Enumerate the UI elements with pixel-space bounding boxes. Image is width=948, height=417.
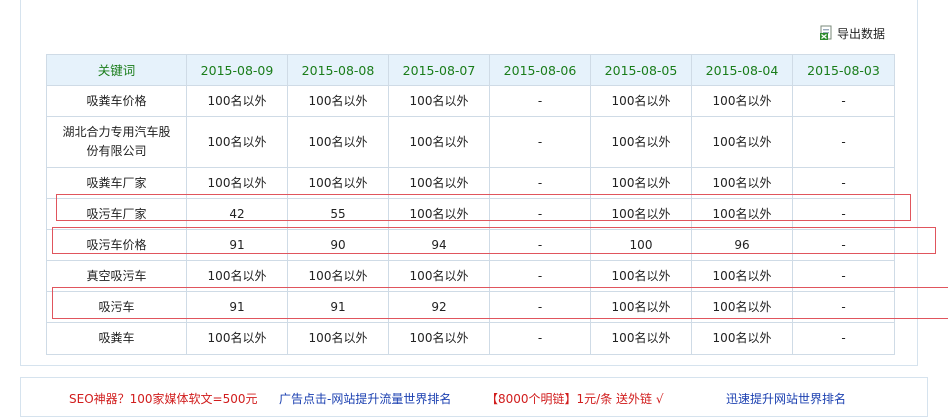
rank-cell: 100名以外 — [590, 260, 692, 292]
rank-cell: 100名以外 — [287, 322, 389, 355]
rank-cell: 100名以外 — [287, 260, 389, 292]
rank-cell: 55 — [287, 198, 389, 230]
table-row: 吸粪车价格 100名以外 100名以外 100名以外 -100名以外 100名以外 - — [46, 85, 895, 117]
rank-cell: 90 — [287, 229, 389, 261]
rank-cell: 100名以外 — [590, 291, 692, 323]
export-data-label: 导出数据 — [837, 26, 886, 41]
rank-cell: 91 — [287, 291, 389, 323]
rank-cell: 42 — [186, 198, 288, 230]
rank-cell: 94 — [388, 229, 490, 261]
rank-cell: 100名以外 — [691, 260, 793, 292]
rank-cell: - — [792, 85, 895, 117]
keyword-cell: 吸粪车厂家 — [46, 167, 187, 199]
table-row: 吸污车价格 91 90 94-100 96- — [46, 229, 895, 261]
column-header-date: 2015-08-03 — [792, 54, 895, 86]
rank-cell: 96 — [691, 229, 793, 261]
rank-cell: - — [792, 260, 895, 292]
excel-export-icon — [819, 25, 835, 41]
column-header-date: 2015-08-08 — [287, 54, 389, 86]
ad-link[interactable]: 【8000个明链】1元/条 送外链 √ — [486, 390, 664, 407]
rank-cell: 100名以外 — [691, 291, 793, 323]
rank-cell: 91 — [186, 291, 288, 323]
rank-cell: 100名以外 — [186, 260, 288, 292]
table-row: 真空吸污车 100名以外 100名以外 100名以外 -100名以外 100名以外 - — [46, 260, 895, 292]
rank-cell: 100名以外 — [186, 85, 288, 117]
rank-cell: - — [489, 116, 591, 168]
ad-link[interactable]: SEO神器？100家媒体软文=500元 — [69, 390, 258, 407]
table-row: 吸粪车 100名以外 100名以外 100名以外 -100名以外 100名以外 - — [46, 322, 895, 355]
rank-cell: 100名以外 — [388, 167, 490, 199]
rank-cell: - — [489, 260, 591, 292]
rank-cell: - — [792, 322, 895, 355]
rank-cell: 91 — [186, 229, 288, 261]
rank-cell: 100名以外 — [388, 322, 490, 355]
rank-cell: 100名以外 — [590, 198, 692, 230]
rank-cell: - — [489, 198, 591, 230]
keyword-cell: 吸污车价格 — [46, 229, 187, 261]
rank-cell: 100名以外 — [186, 322, 288, 355]
column-header-date: 2015-08-06 — [489, 54, 591, 86]
rank-cell: 100名以外 — [388, 198, 490, 230]
column-header-date: 2015-08-09 — [186, 54, 288, 86]
rank-cell: 100名以外 — [186, 116, 288, 168]
rank-cell: - — [489, 291, 591, 323]
export-data-button[interactable]: 导出数据 — [819, 24, 885, 42]
rank-cell: - — [489, 85, 591, 117]
keyword-rank-table: 关键词 2015-08-09 2015-08-08 2015-08-07 2015-08… — [46, 54, 895, 355]
ad-link[interactable]: 广告点击-网站提升流量世界排名 — [279, 390, 451, 407]
column-header-date: 2015-08-05 — [590, 54, 692, 86]
rank-cell: 100名以外 — [590, 167, 692, 199]
rank-cell: 100名以外 — [691, 198, 793, 230]
keyword-cell: 湖北合力专用汽车股份有限公司 — [46, 116, 187, 168]
keyword-cell: 吸粪车 — [46, 322, 187, 355]
column-header-date: 2015-08-04 — [691, 54, 793, 86]
rank-cell: 100名以外 — [691, 167, 793, 199]
table-row: 吸污车厂家 42 55 100名以外 -100名以外 100名以外 - — [46, 198, 895, 230]
keyword-cell: 真空吸污车 — [46, 260, 187, 292]
column-header-keyword: 关键词 — [46, 54, 187, 86]
rank-cell: 100名以外 — [186, 167, 288, 199]
keyword-cell: 吸粪车价格 — [46, 85, 187, 117]
rank-cell: 100名以外 — [691, 116, 793, 168]
rank-cell: 100名以外 — [388, 116, 490, 168]
rank-cell: 100名以外 — [287, 116, 389, 168]
rank-cell: - — [792, 116, 895, 168]
table-row: 吸污车 91 91 92-100名以外 100名以外 - — [46, 291, 895, 323]
rank-cell: - — [489, 322, 591, 355]
rank-cell: - — [792, 198, 895, 230]
rank-cell: - — [489, 167, 591, 199]
rank-cell: 100名以外 — [287, 85, 389, 117]
rank-cell: 100名以外 — [590, 85, 692, 117]
ad-link[interactable]: 迅速提升网站世界排名 — [726, 390, 846, 407]
rank-cell: 100名以外 — [691, 85, 793, 117]
table-row: 湖北合力专用汽车股份有限公司 100名以外 100名以外 100名以外 -100名以外 1… — [46, 116, 895, 168]
column-header-date: 2015-08-07 — [388, 54, 490, 86]
rank-cell: 100 — [590, 229, 692, 261]
keyword-cell: 吸污车 — [46, 291, 187, 323]
ad-bar: SEO神器？100家媒体软文=500元 广告点击-网站提升流量世界排名 【8000个… — [20, 377, 928, 417]
rank-cell: - — [792, 167, 895, 199]
keyword-cell: 吸污车厂家 — [46, 198, 187, 230]
rank-cell: 100名以外 — [691, 322, 793, 355]
rank-cell: 92 — [388, 291, 490, 323]
rank-cell: - — [792, 291, 895, 323]
rank-cell: 100名以外 — [590, 322, 692, 355]
rank-cell: 100名以外 — [287, 167, 389, 199]
table-row: 吸粪车厂家 100名以外 100名以外 100名以外 -100名以外 100名以外 - — [46, 167, 895, 199]
rank-cell: 100名以外 — [590, 116, 692, 168]
rank-cell: 100名以外 — [388, 85, 490, 117]
rank-cell: - — [792, 229, 895, 261]
rank-cell: - — [489, 229, 591, 261]
rank-cell: 100名以外 — [388, 260, 490, 292]
table-header-row: 关键词 2015-08-09 2015-08-08 2015-08-07 2015-08… — [46, 54, 895, 86]
